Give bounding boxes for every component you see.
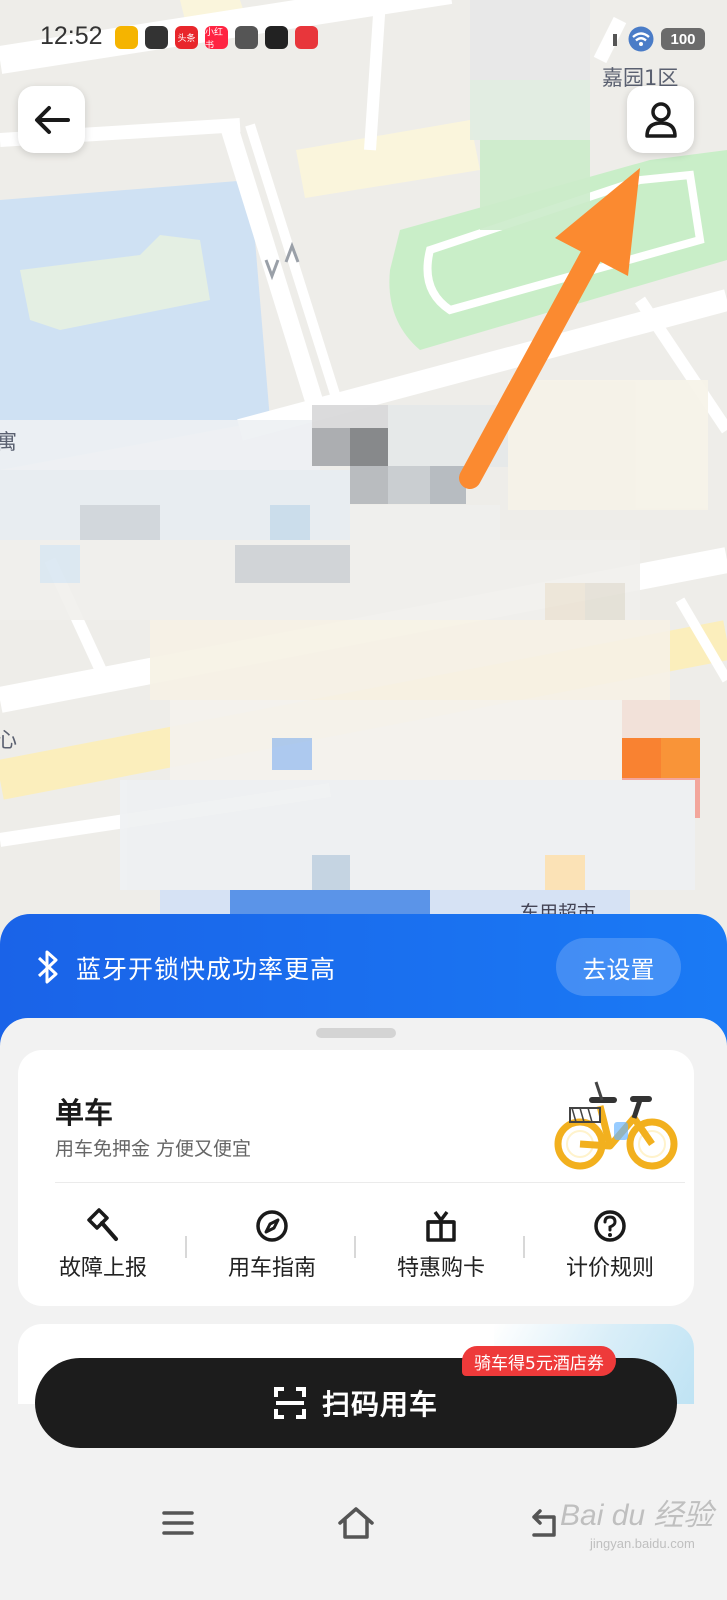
scan-icon [273, 1387, 306, 1419]
profile-button[interactable] [627, 86, 694, 153]
riding-guide-label: 用车指南 [227, 1256, 316, 1281]
compass-app-icon [145, 26, 168, 49]
toutiao-icon: 头条 [175, 26, 198, 49]
gift-icon [426, 1210, 456, 1242]
riding-guide-button[interactable]: 用车指南 [187, 1208, 357, 1288]
back-button[interactable] [18, 86, 85, 153]
home-icon[interactable] [336, 1505, 376, 1541]
pricing-rules-label: 计价规则 [565, 1256, 654, 1281]
bike-illustration [554, 1081, 678, 1170]
wifi-icon [628, 26, 654, 52]
back-nav-icon[interactable] [526, 1505, 562, 1541]
map-view[interactable]: 嘉园1区 寓 心 东用超市 [0, 0, 727, 960]
discount-card-label: 特惠购卡 [396, 1256, 485, 1281]
weibo-icon [115, 26, 138, 49]
signal-icon [613, 34, 617, 46]
map-canvas [0, 0, 727, 920]
bluetooth-banner-text: 蓝牙开锁快成功率更高 [76, 955, 337, 984]
arrow-left-icon [34, 105, 70, 134]
tiktok-icon [265, 26, 288, 49]
bike-card-subtitle: 用车免押金 方便又便宜 [55, 1138, 252, 1160]
map-label-edge: 寓 [0, 430, 17, 454]
settings-button[interactable]: 去设置 [556, 938, 681, 996]
promo-badge: 骑车得5元酒店券 [462, 1346, 616, 1376]
watermark-logo: Bai du 经验 [560, 1499, 714, 1532]
discount-card-button[interactable]: 特惠购卡 [356, 1208, 526, 1288]
heart-app-icon [295, 26, 318, 49]
hammer-icon [87, 1208, 118, 1241]
scan-to-ride-label: 扫码用车 [321, 1388, 438, 1421]
battery-indicator: 100 [661, 28, 705, 50]
menu-icon[interactable] [160, 1505, 196, 1541]
bike-card-title: 单车 [55, 1096, 114, 1130]
fault-report-button[interactable]: 故障上报 [18, 1208, 188, 1288]
compass-icon [256, 1210, 288, 1242]
watermark-url: jingyan.baidu.com [590, 1536, 695, 1551]
status-time: 12:52 [40, 22, 103, 50]
bluetooth-icon [37, 950, 58, 984]
notification-icons: 头条 小红书 [115, 26, 318, 51]
ninja-app-icon [235, 26, 258, 49]
xiaohongshu-icon: 小红书 [205, 26, 228, 51]
pricing-rules-button[interactable]: 计价规则 [525, 1208, 695, 1288]
map-label-edge: 心 [0, 728, 17, 752]
building-block [296, 120, 480, 198]
sheet-drag-handle[interactable] [316, 1028, 396, 1038]
user-icon [644, 101, 677, 138]
fault-report-label: 故障上报 [58, 1256, 147, 1281]
question-icon [594, 1210, 626, 1242]
system-icons: 100 [609, 26, 705, 52]
status-bar: 12:52 头条 小红书 100 [0, 0, 727, 78]
card-divider [55, 1182, 685, 1183]
